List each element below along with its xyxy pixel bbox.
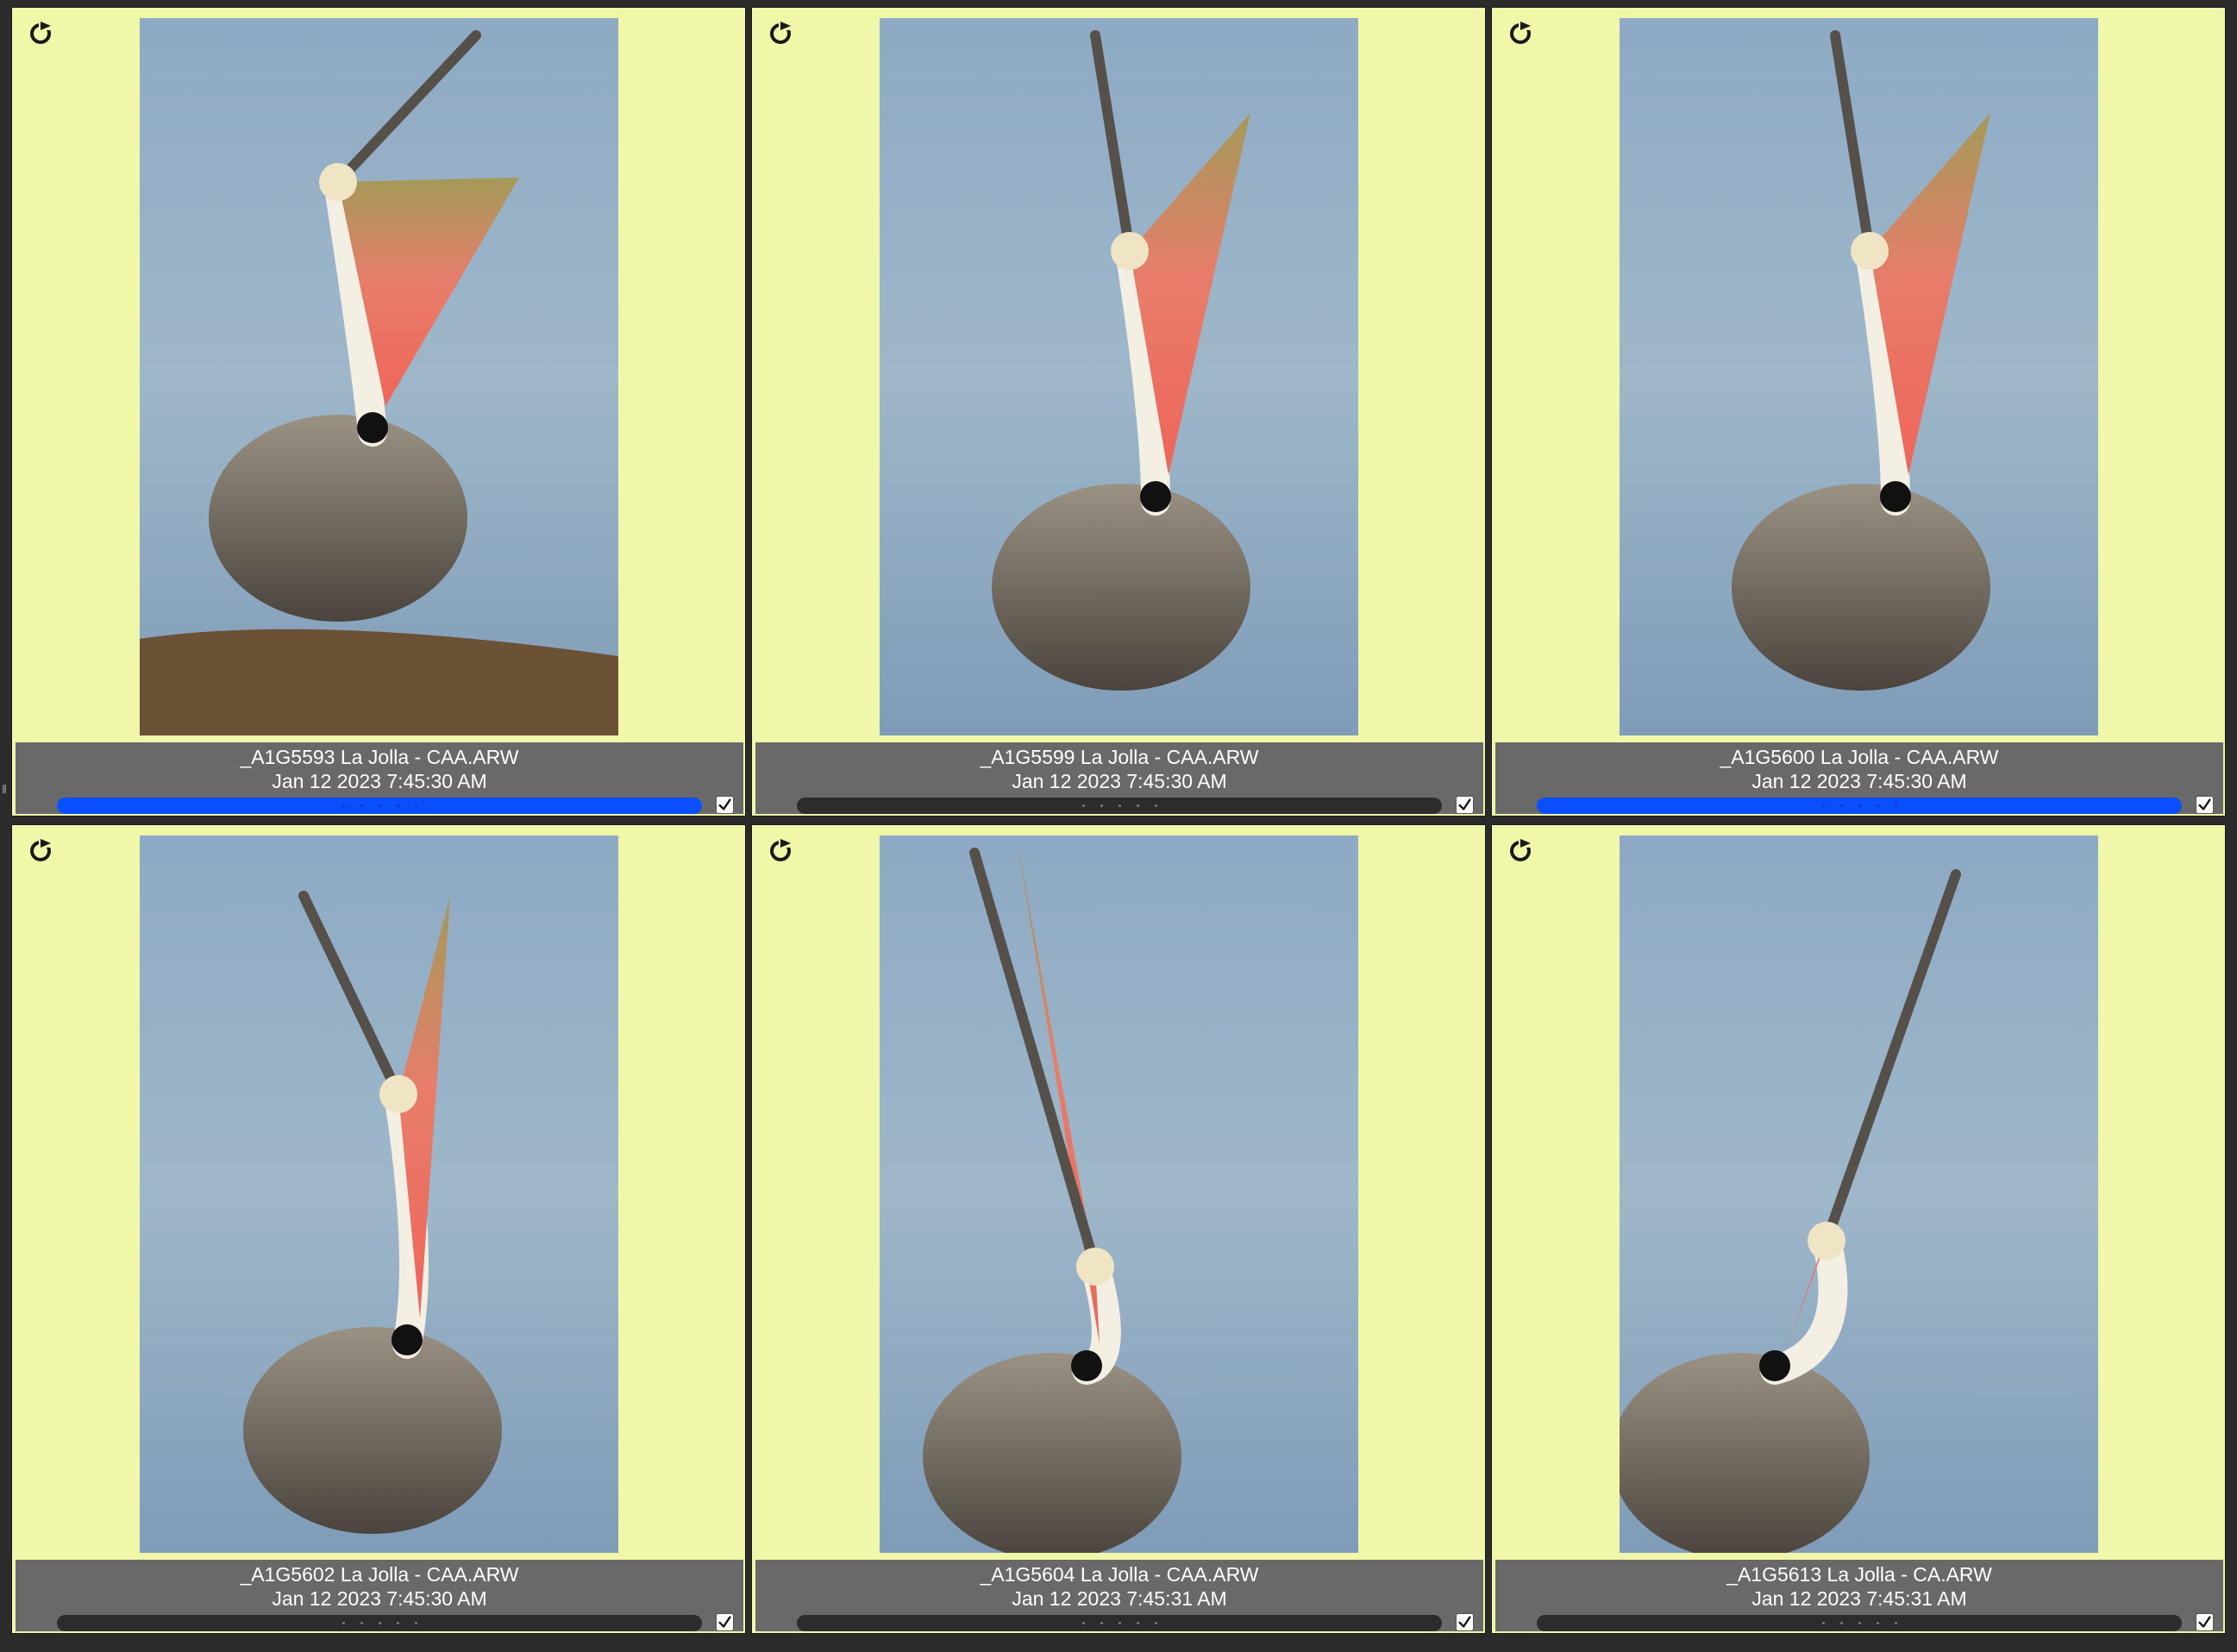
rotate-icon[interactable] [26,18,55,47]
color-label-rating-bar[interactable] [797,1615,1442,1631]
rating-star-placeholder[interactable] [1081,804,1085,807]
thumbnail-cell[interactable]: _A1G5599 La Jolla - CAA.ARW Jan 12 2023 7… [751,7,1486,817]
thumbnail-cell[interactable]: _A1G5593 La Jolla - CAA.ARW Jan 12 2023 7… [11,7,746,817]
rating-star-placeholder[interactable] [1821,804,1825,807]
tag-checkbox[interactable] [2196,796,2214,814]
rating-star-placeholder[interactable] [1876,1622,1879,1624]
rating-star-placeholder[interactable] [378,804,381,807]
rating-star-placeholder[interactable] [1100,1622,1103,1624]
rating-star-placeholder[interactable] [396,804,399,807]
rotate-icon[interactable] [1506,18,1535,47]
rating-star-placeholder[interactable] [1154,1622,1157,1624]
color-label-rating-bar[interactable] [1537,798,2182,814]
thumbnail-caption: _A1G5600 La Jolla - CAA.ARW Jan 12 2023 7… [1495,742,2223,814]
rating-star-placeholder[interactable] [396,1622,399,1624]
filename-label: _A1G5602 La Jolla - CAA.ARW [240,1563,519,1586]
thumbnail-caption: _A1G5599 La Jolla - CAA.ARW Jan 12 2023 7… [755,742,1483,814]
rating-star-placeholder[interactable] [1100,804,1103,807]
capture-date-label: Jan 12 2023 7:45:30 AM [1012,770,1227,792]
rating-star-placeholder[interactable] [1858,804,1861,807]
capture-date-label: Jan 12 2023 7:45:31 AM [1012,1587,1227,1610]
thumbnail-image[interactable] [140,835,618,1553]
rating-star-placeholder[interactable] [414,1622,417,1624]
rating-star-placeholder[interactable] [342,1622,345,1624]
rating-star-placeholder[interactable] [1894,1622,1897,1624]
rating-star-placeholder[interactable] [414,804,417,807]
rating-star-placeholder[interactable] [360,1622,363,1624]
capture-date-label: Jan 12 2023 7:45:30 AM [1751,770,1967,792]
thumbnail-caption: _A1G5613 La Jolla - CA.ARW Jan 12 2023 7:… [1495,1560,2223,1631]
rating-star-placeholder[interactable] [1136,804,1139,807]
thumbnail-caption: _A1G5602 La Jolla - CAA.ARW Jan 12 2023 7… [16,1560,743,1631]
rotate-icon[interactable] [766,835,795,865]
filename-label: _A1G5599 La Jolla - CAA.ARW [980,746,1259,768]
rating-star-placeholder[interactable] [1894,804,1897,807]
rating-star-placeholder[interactable] [1118,1622,1121,1624]
color-label-rating-bar[interactable] [57,798,702,814]
rating-star-placeholder[interactable] [360,804,363,807]
filename-label: _A1G5593 La Jolla - CAA.ARW [240,746,519,768]
rotate-icon[interactable] [766,18,795,47]
rating-star-placeholder[interactable] [1858,1622,1861,1624]
rating-star-placeholder[interactable] [378,1622,381,1624]
thumbnail-caption: _A1G5593 La Jolla - CAA.ARW Jan 12 2023 7… [16,742,743,814]
thumbnail-cell[interactable]: _A1G5602 La Jolla - CAA.ARW Jan 12 2023 7… [11,824,746,1634]
rating-star-placeholder[interactable] [1821,1622,1825,1624]
thumbnail-cell[interactable]: _A1G5613 La Jolla - CA.ARW Jan 12 2023 7:… [1491,824,2226,1634]
rating-star-placeholder[interactable] [1154,804,1157,807]
rating-star-placeholder[interactable] [342,804,345,807]
thumbnail-image[interactable] [880,18,1358,735]
tag-checkbox[interactable] [2196,1613,2214,1631]
tag-checkbox[interactable] [1456,796,1474,814]
color-label-rating-bar[interactable] [1537,1615,2182,1631]
color-label-rating-bar[interactable] [797,798,1442,814]
rating-star-placeholder[interactable] [1118,804,1121,807]
rotate-icon[interactable] [1506,835,1535,865]
thumbnail-grid: _A1G5593 La Jolla - CAA.ARW Jan 12 2023 7… [0,0,2237,1652]
thumbnail-image[interactable] [1620,835,2098,1553]
color-label-rating-bar[interactable] [57,1615,702,1631]
tag-checkbox[interactable] [716,1613,734,1631]
rotate-icon[interactable] [26,835,55,865]
thumbnail-image[interactable] [140,18,618,735]
filename-label: _A1G5600 La Jolla - CAA.ARW [1720,746,1999,768]
filename-label: _A1G5604 La Jolla - CAA.ARW [980,1563,1259,1586]
thumbnail-cell[interactable]: _A1G5600 La Jolla - CAA.ARW Jan 12 2023 7… [1491,7,2226,817]
capture-date-label: Jan 12 2023 7:45:31 AM [1751,1587,1967,1610]
filename-label: _A1G5613 La Jolla - CA.ARW [1726,1563,1992,1586]
rating-star-placeholder[interactable] [1839,804,1843,807]
tag-checkbox[interactable] [1456,1613,1474,1631]
thumbnail-caption: _A1G5604 La Jolla - CAA.ARW Jan 12 2023 7… [755,1560,1483,1631]
rating-star-placeholder[interactable] [1136,1622,1139,1624]
rating-star-placeholder[interactable] [1081,1622,1085,1624]
thumbnail-image[interactable] [1620,18,2098,735]
capture-date-label: Jan 12 2023 7:45:30 AM [272,1587,487,1610]
rating-star-placeholder[interactable] [1876,804,1879,807]
thumbnail-image[interactable] [880,835,1358,1553]
tag-checkbox[interactable] [716,796,734,814]
capture-date-label: Jan 12 2023 7:45:30 AM [272,770,487,792]
rating-star-placeholder[interactable] [1839,1622,1843,1624]
thumbnail-cell[interactable]: _A1G5604 La Jolla - CAA.ARW Jan 12 2023 7… [751,824,1486,1634]
